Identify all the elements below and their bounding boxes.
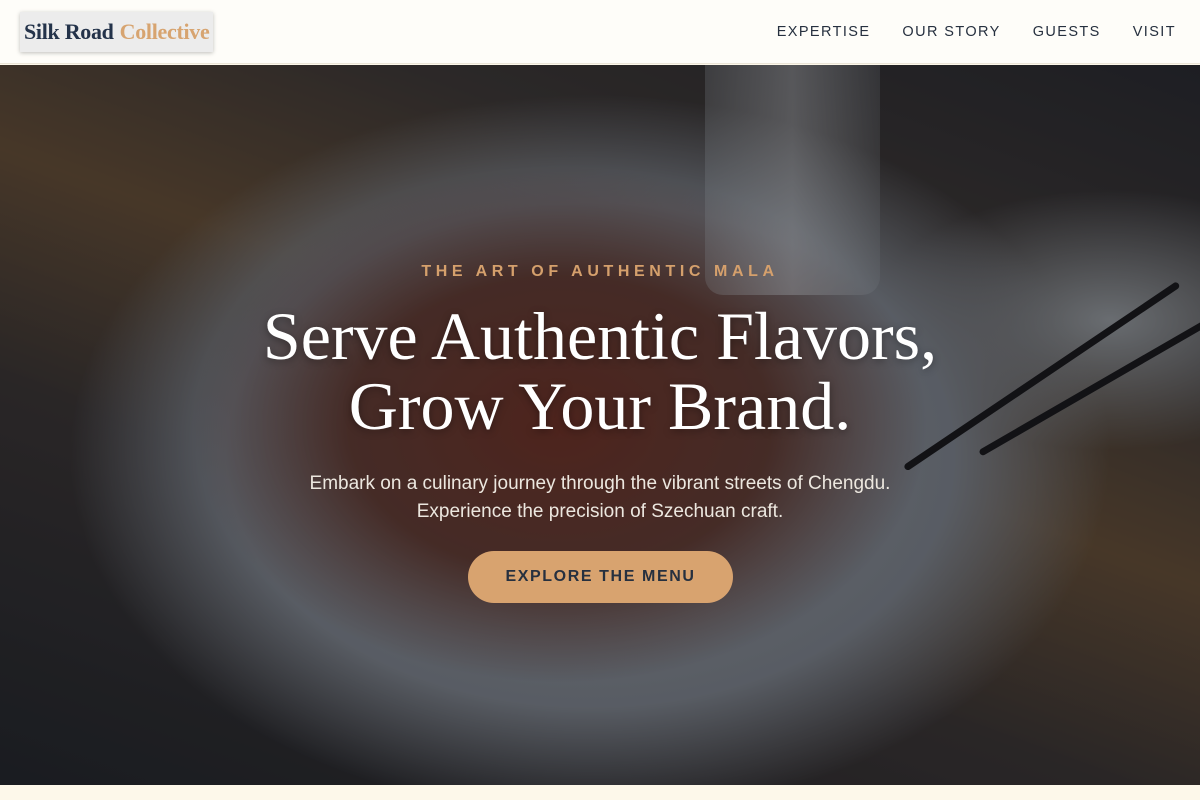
brand-name-primary: Silk Road [24,18,114,44]
hero-eyebrow: THE ART OF AUTHENTIC MALA [421,263,779,280]
hero-subtitle-line-1: Embark on a culinary journey through the… [309,473,891,494]
brand-logo[interactable]: Silk Road Collective [20,11,214,52]
main-nav: EXPERTISE OUR STORY GUESTS VISIT [745,24,1176,40]
top-navigation-bar: Silk Road Collective EXPERTISE OUR STORY… [0,0,1200,64]
nav-link-visit[interactable]: VISIT [1133,24,1176,40]
nav-link-expertise[interactable]: EXPERTISE [777,24,871,40]
hero-section: THE ART OF AUTHENTIC MALA Serve Authenti… [0,65,1200,785]
hero-subtitle: Embark on a culinary journey through the… [0,470,1200,526]
next-section-edge [0,785,1200,800]
explore-menu-button[interactable]: EXPLORE THE MENU [468,551,733,603]
nav-link-our-story[interactable]: OUR STORY [902,24,1000,40]
hero-title-line-1: Serve Authentic Flavors, [262,298,938,374]
nav-link-guests[interactable]: GUESTS [1033,24,1101,40]
hero-title: Serve Authentic Flavors, Grow Your Brand… [0,301,1200,441]
brand-name-accent: Collective [119,18,210,44]
hero-content: THE ART OF AUTHENTIC MALA Serve Authenti… [0,65,1200,785]
hero-subtitle-line-2: Experience the precision of Szechuan cra… [416,501,784,522]
hero-title-line-2: Grow Your Brand. [348,368,852,444]
